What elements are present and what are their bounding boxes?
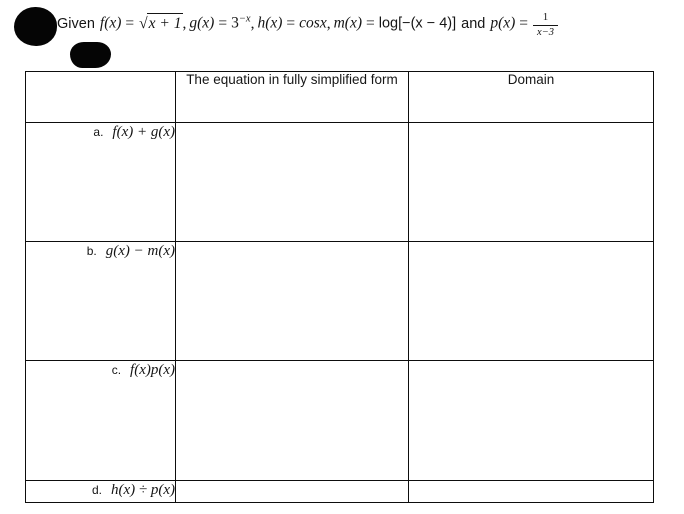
answer-equation-b[interactable] [175, 241, 409, 361]
equals-sign-h: = [286, 14, 296, 32]
worksheet-table: The equation in fully simplified form Do… [25, 71, 654, 503]
function-m-argument: (x) [344, 14, 362, 32]
row-letter-a: a. [93, 125, 104, 139]
radicand-value: x + 1 [146, 12, 183, 32]
problem-statement: Given f(x) = √x + 1, g(x) = 3−x, h(x) = cosx, m(x)… [57, 11, 559, 38]
p-denominator: x−3 [533, 24, 559, 38]
g-exponent-value: −x [238, 13, 251, 25]
row-expression-b: g(x) − m(x) [105, 243, 175, 259]
g-base-value: 3 [231, 14, 239, 32]
answer-domain-c[interactable] [408, 360, 654, 481]
comma-separator-2: , [250, 14, 255, 32]
answer-equation-a[interactable] [175, 122, 409, 242]
answer-domain-d[interactable] [408, 480, 654, 503]
equals-sign-f: = [125, 14, 135, 32]
equals-sign-m: = [366, 14, 375, 32]
black-ellipse-redaction [14, 7, 57, 46]
row-expression-c: f(x)p(x) [130, 362, 175, 378]
comma-separator-1: , [182, 14, 187, 32]
row-letter-c: c. [111, 363, 122, 377]
equals-sign-g: = [218, 14, 228, 32]
answer-equation-c[interactable] [175, 360, 409, 481]
h-value: cosx [299, 14, 327, 32]
table-row: b. g(x) − m(x) [25, 241, 654, 361]
p-fraction: 1 x−3 [533, 11, 559, 38]
function-f-argument: (x) [104, 14, 122, 32]
equals-sign-p: = [519, 14, 529, 32]
function-p-argument: (x) [498, 14, 516, 32]
table-row: c. f(x)p(x) [25, 360, 654, 481]
function-m-name: m [333, 14, 345, 32]
row-label-b: b. g(x) − m(x) [25, 241, 176, 361]
table-header-row: The equation in fully simplified form Do… [25, 71, 654, 123]
answer-domain-a[interactable] [408, 122, 654, 242]
row-letter-d: d. [91, 483, 102, 497]
p-numerator: 1 [542, 11, 549, 23]
row-expression-a: f(x) + g(x) [112, 124, 175, 140]
header-domain-column: Domain [408, 71, 654, 123]
given-keyword: Given [57, 15, 95, 32]
function-g-name: g [189, 14, 198, 32]
header-equation-column: The equation in fully simplified form [175, 71, 409, 123]
row-expression-d: h(x) ÷ p(x) [110, 482, 175, 498]
row-label-c: c. f(x)p(x) [25, 360, 176, 481]
comma-separator-3: , [326, 14, 331, 32]
answer-domain-b[interactable] [408, 241, 654, 361]
row-letter-b: b. [86, 244, 97, 258]
function-g-argument: (x) [197, 14, 215, 32]
function-p-name: p [490, 14, 499, 32]
table-row: a. f(x) + g(x) [25, 122, 654, 242]
black-rounded-redaction [70, 42, 111, 68]
square-root-expression: √x + 1 [138, 12, 183, 34]
row-label-a: a. f(x) + g(x) [25, 122, 176, 242]
table-row: d. h(x) ÷ p(x) [25, 480, 654, 503]
and-keyword: and [461, 15, 486, 32]
row-label-d: d. h(x) ÷ p(x) [25, 480, 176, 503]
function-h-argument: (x) [265, 14, 283, 32]
m-value: log[−(x − 4)] [378, 15, 457, 32]
answer-equation-d[interactable] [175, 480, 409, 503]
header-label-column [25, 71, 176, 123]
